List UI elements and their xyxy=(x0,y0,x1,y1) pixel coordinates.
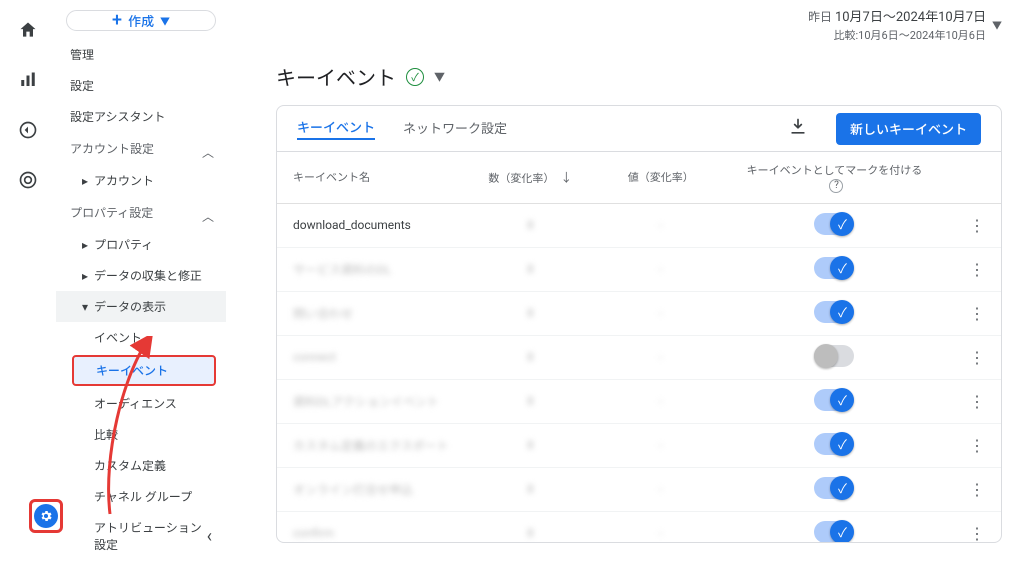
col-value: 値（変化率） xyxy=(596,152,726,203)
mark-toggle[interactable] xyxy=(814,345,854,367)
home-icon[interactable] xyxy=(10,12,46,48)
chevron-down-icon: ▾ xyxy=(82,300,88,314)
row-menu-icon[interactable]: ⋮ xyxy=(969,524,985,543)
chevron-up-icon: ︿ xyxy=(202,144,212,154)
event-name-cell: サービス資料のDL xyxy=(277,247,465,291)
col-name: キーイベント名 xyxy=(277,152,465,203)
plus-icon: + xyxy=(112,12,122,30)
nav-section-account[interactable]: アカウント設定 ︿ xyxy=(56,132,226,165)
row-menu-icon[interactable]: ⋮ xyxy=(969,216,985,235)
date-range-picker[interactable]: 昨日 10月7日～2024年10月7日 比較:10月6日～2024年10月6日 … xyxy=(808,8,1002,44)
nav-leaf-key-events[interactable]: キーイベント xyxy=(72,355,216,386)
chevron-right-icon: ▸ xyxy=(82,174,88,188)
nav-leaf-custom-defs[interactable]: カスタム定義 xyxy=(56,450,226,481)
new-key-event-button[interactable]: 新しいキーイベント xyxy=(836,113,981,145)
row-menu-icon[interactable]: ⋮ xyxy=(969,480,985,499)
collapse-panel-icon[interactable]: ‹ xyxy=(207,526,212,547)
nav-sub-data-display[interactable]: ▾ データの表示 xyxy=(56,291,226,322)
col-mark: キーイベントとしてマークを付ける? xyxy=(726,152,943,203)
nav-leaf-comparisons[interactable]: 比較 xyxy=(56,419,226,450)
event-name-cell: download_documents xyxy=(277,203,465,247)
table-row: 資料DLアクションイベント8-✓⋮ xyxy=(277,379,1001,423)
chevron-down-icon: ▼ xyxy=(992,19,1002,34)
key-events-card: キーイベント ネットワーク設定 新しいキーイベント キーイベント名 数（変化率）… xyxy=(276,105,1002,543)
event-name-cell: オンライン打合せ申込 xyxy=(277,467,465,511)
col-count: 数（変化率）↓ xyxy=(465,152,595,203)
nav-leaf-channel-groups[interactable]: チャネル グループ xyxy=(56,481,226,512)
event-name-cell: カスタム定義のエクスポート xyxy=(277,423,465,467)
chevron-down-icon[interactable]: ▼ xyxy=(434,69,445,85)
event-name-cell: confirm xyxy=(277,511,465,543)
sort-down-icon[interactable]: ↓ xyxy=(554,171,572,185)
gear-icon[interactable] xyxy=(34,504,58,528)
chevron-right-icon: ▸ xyxy=(82,238,88,252)
event-name-cell: connect xyxy=(277,335,465,379)
mark-toggle[interactable]: ✓ xyxy=(814,301,854,323)
bar-chart-icon[interactable] xyxy=(10,62,46,98)
nav-sub-data-collection[interactable]: ▸ データの収集と修正 xyxy=(56,260,226,291)
create-button[interactable]: + 作成 ▼ xyxy=(66,10,216,31)
explore-icon[interactable] xyxy=(10,112,46,148)
event-name-cell: 問い合わせ xyxy=(277,291,465,335)
table-row: connect8-⋮ xyxy=(277,335,1001,379)
table-row: カスタム定義のエクスポート8-✓⋮ xyxy=(277,423,1001,467)
tab-network-settings[interactable]: ネットワーク設定 xyxy=(403,118,507,139)
table-row: オンライン打合せ申込8-✓⋮ xyxy=(277,467,1001,511)
mark-toggle[interactable]: ✓ xyxy=(814,433,854,455)
nav-leaf-audiences[interactable]: オーディエンス xyxy=(56,388,226,419)
row-menu-icon[interactable]: ⋮ xyxy=(969,392,985,411)
main-content: 昨日 10月7日～2024年10月7日 比較:10月6日～2024年10月6日 … xyxy=(226,0,1020,561)
mark-toggle[interactable]: ✓ xyxy=(814,389,854,411)
download-icon[interactable] xyxy=(788,117,808,141)
row-menu-icon[interactable]: ⋮ xyxy=(969,348,985,367)
advertising-icon[interactable] xyxy=(10,162,46,198)
create-label: 作成 xyxy=(128,11,154,30)
chevron-right-icon: ▸ xyxy=(82,269,88,283)
nav-leaf-events[interactable]: イベント xyxy=(56,322,226,353)
help-icon[interactable]: ? xyxy=(829,179,843,193)
check-circle-icon: ✓ xyxy=(406,68,424,86)
chevron-down-icon: ▼ xyxy=(160,13,170,28)
nav-rail xyxy=(0,0,56,561)
nav-item-admin[interactable]: 管理 xyxy=(56,39,226,70)
table-row: 問い合わせ8-✓⋮ xyxy=(277,291,1001,335)
nav-sub-property[interactable]: ▸ プロパティ xyxy=(56,229,226,260)
nav-leaf-attribution[interactable]: アトリビューション設定 xyxy=(56,512,226,560)
mark-toggle[interactable]: ✓ xyxy=(814,213,854,235)
row-menu-icon[interactable]: ⋮ xyxy=(969,436,985,455)
nav-section-property[interactable]: プロパティ設定 ︿ xyxy=(56,196,226,229)
mark-toggle[interactable]: ✓ xyxy=(814,521,854,543)
nav-item-setup-assistant[interactable]: 設定アシスタント xyxy=(56,101,226,132)
event-name-cell: 資料DLアクションイベント xyxy=(277,379,465,423)
table-row: サービス資料のDL8-✓⋮ xyxy=(277,247,1001,291)
key-events-table: キーイベント名 数（変化率）↓ 値（変化率） キーイベントとしてマークを付ける?… xyxy=(277,152,1001,543)
page-title: キーイベント xyxy=(276,62,396,91)
tab-key-events[interactable]: キーイベント xyxy=(297,117,375,140)
mark-toggle[interactable]: ✓ xyxy=(814,477,854,499)
admin-panel: + 作成 ▼ 管理 設定 設定アシスタント アカウント設定 ︿ ▸ アカウント … xyxy=(56,0,226,561)
table-row: download_documents8-✓⋮ xyxy=(277,203,1001,247)
row-menu-icon[interactable]: ⋮ xyxy=(969,304,985,323)
table-row: confirm8-✓⋮ xyxy=(277,511,1001,543)
row-menu-icon[interactable]: ⋮ xyxy=(969,260,985,279)
nav-item-settings[interactable]: 設定 xyxy=(56,70,226,101)
nav-sub-account[interactable]: ▸ アカウント xyxy=(56,165,226,196)
chevron-up-icon: ︿ xyxy=(202,208,212,218)
mark-toggle[interactable]: ✓ xyxy=(814,257,854,279)
